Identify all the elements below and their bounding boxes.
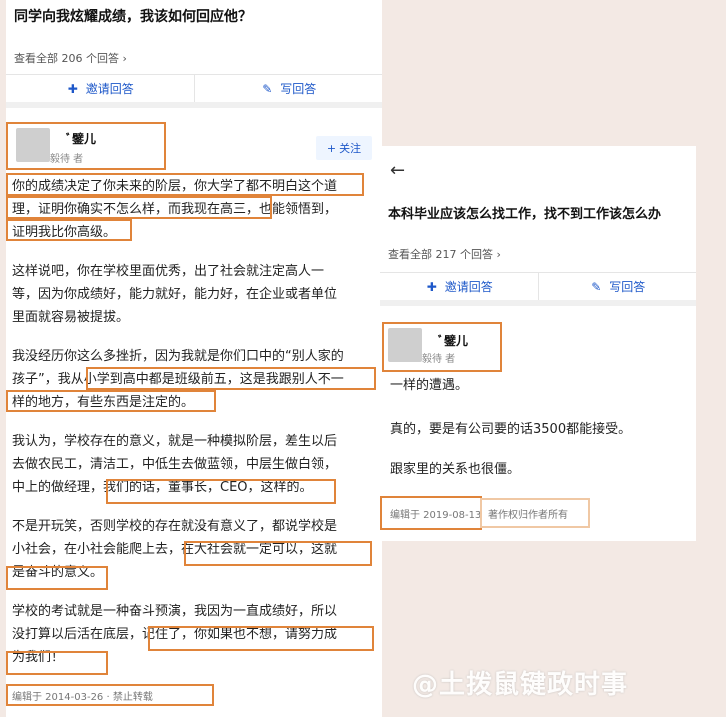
write-answer-label: 写回答 [280,82,317,96]
watermark: @土拨鼠键政时事 [412,670,629,700]
answer-line: 这样说吧，你在学校里面优秀，出了社会就注定高人一 [12,264,325,279]
left-answer-panel: 同学向我炫耀成绩，我该如何回应他？ 查看全部 206 个回答 › ✚ 邀请回答 … [6,0,382,717]
follow-label: 关注 [339,142,362,155]
author-avatar[interactable] [388,328,422,362]
answer-line: 学校的考试就是一种奋斗预演，我因为一直成绩好，所以 [12,604,338,619]
invite-answer-button[interactable]: ✚ 邀请回答 [380,273,538,300]
answer-line: 跟家里的关系也很僵。 [390,462,521,477]
answer-actions-bar: ✚ 邀请回答 ✎ 写回答 [380,272,696,306]
plus-icon: + [326,141,337,155]
answer-line: 我没经历你这么多挫折，因为我就是你们口中的“别人家的 [12,349,344,364]
invite-answer-button[interactable]: ✚ 邀请回答 [6,75,194,102]
answer-line: 为我们！ [12,650,65,665]
answer-line: 小社会，在小社会能爬上去，在大社会就一定可以，这就 [12,542,338,557]
edit-icon: ✎ [262,81,273,96]
answer-line: 孩子”，我从小学到高中都是班级前五，这是我跟别人不一 [12,372,344,387]
edit-icon: ✎ [591,279,602,294]
answer-line: 一样的遭遇。 [390,378,469,393]
answer-line: 等，因为你成绩好，能力就好，能力好，在企业或者单位 [12,287,338,302]
answer-line: 证明我比你高级。 [12,225,117,240]
answer-line: 你的成绩决定了你未来的阶层，你大学了都不明白这个道 [12,179,338,194]
answer-line: 不是开玩笑，否则学校的存在就没有意义了，都说学校是 [12,519,338,534]
view-all-answers-link[interactable]: 查看全部 206 个回答 › [14,50,127,66]
copyright-notice: 著作权归作者所有 [488,510,568,521]
write-answer-button[interactable]: ✎ 写回答 [537,273,697,300]
answer-line: 理，证明你确实不怎么样，而我现在高三，也能领悟到， [12,202,338,217]
author-avatar[interactable] [16,128,50,162]
answer-paragraph: 你的成绩决定了你未来的阶层，你大学了都不明白这个道 理，证明你确实不怎么样，而我… [12,175,337,244]
answer-line: 没打算以后活在底层，记住了，你如果也不想，请努力成 [12,627,338,642]
answer-paragraph: 这样说吧，你在学校里面优秀，出了社会就注定高人一 等，因为你成绩好，能力就好，能… [12,260,337,329]
answer-paragraph: 我认为，学校存在的意义，就是一种模拟阶层，差生以后 去做农民工，清洁工，中低生去… [12,430,337,499]
back-arrow-icon[interactable]: ← [390,160,405,181]
author-role: 毅待 者 [422,354,456,365]
author-name[interactable]: ﾞ鐾儿 [438,332,468,349]
invite-user-icon: ✚ [67,81,78,96]
answer-line: 中上的做经理，我们的话，董事长，CEO，这样的。 [12,480,313,495]
invite-user-icon: ✚ [426,279,437,294]
answer-line: 我认为，学校存在的意义，就是一种模拟阶层，差生以后 [12,434,338,449]
invite-answer-label: 邀请回答 [444,280,493,294]
follow-button[interactable]: + 关注 [316,136,372,160]
right-answer-panel: ← 本科毕业应该怎么找工作，找不到工作该怎么办 查看全部 217 个回答 › ✚… [380,146,696,541]
edit-date: 编辑于 2019-08-13 [390,510,482,521]
answer-line: 去做农民工，清洁工，中低生去做蓝领，中层生做白领， [12,457,338,472]
answer-paragraph: 学校的考试就是一种奋斗预演，我因为一直成绩好，所以 没打算以后活在底层，记住了，… [12,600,337,669]
answer-line: 样的地方，有些东西是注定的。 [12,395,195,410]
write-answer-label: 写回答 [609,280,646,294]
answer-line: 真的，要是有公司要的话3500都能接受。 [390,422,632,437]
answer-paragraph: 不是开玩笑，否则学校的存在就没有意义了，都说学校是 小社会，在小社会能爬上去，在… [12,515,337,584]
question-title[interactable]: 本科毕业应该怎么找工作，找不到工作该怎么办 [388,206,688,224]
author-name[interactable]: ﾞ鐾儿 [66,130,96,147]
answer-line: 里面就容易被提拔。 [12,310,130,325]
answer-paragraph: 我没经历你这么多挫折，因为我就是你们口中的“别人家的 孩子”，我从小学到高中都是… [12,345,344,414]
invite-answer-label: 邀请回答 [85,82,134,96]
question-title[interactable]: 同学向我炫耀成绩，我该如何回应他？ [14,8,374,26]
write-answer-button[interactable]: ✎ 写回答 [193,75,383,102]
author-role: 毅待 者 [50,154,84,165]
edit-meta: 编辑于 2014-03-26 · 禁止转载 [12,692,153,703]
view-all-answers-link[interactable]: 查看全部 217 个回答 › [388,246,501,262]
answer-line: 是奋斗的意义。 [12,565,104,580]
answer-actions-bar: ✚ 邀请回答 ✎ 写回答 [6,74,382,108]
